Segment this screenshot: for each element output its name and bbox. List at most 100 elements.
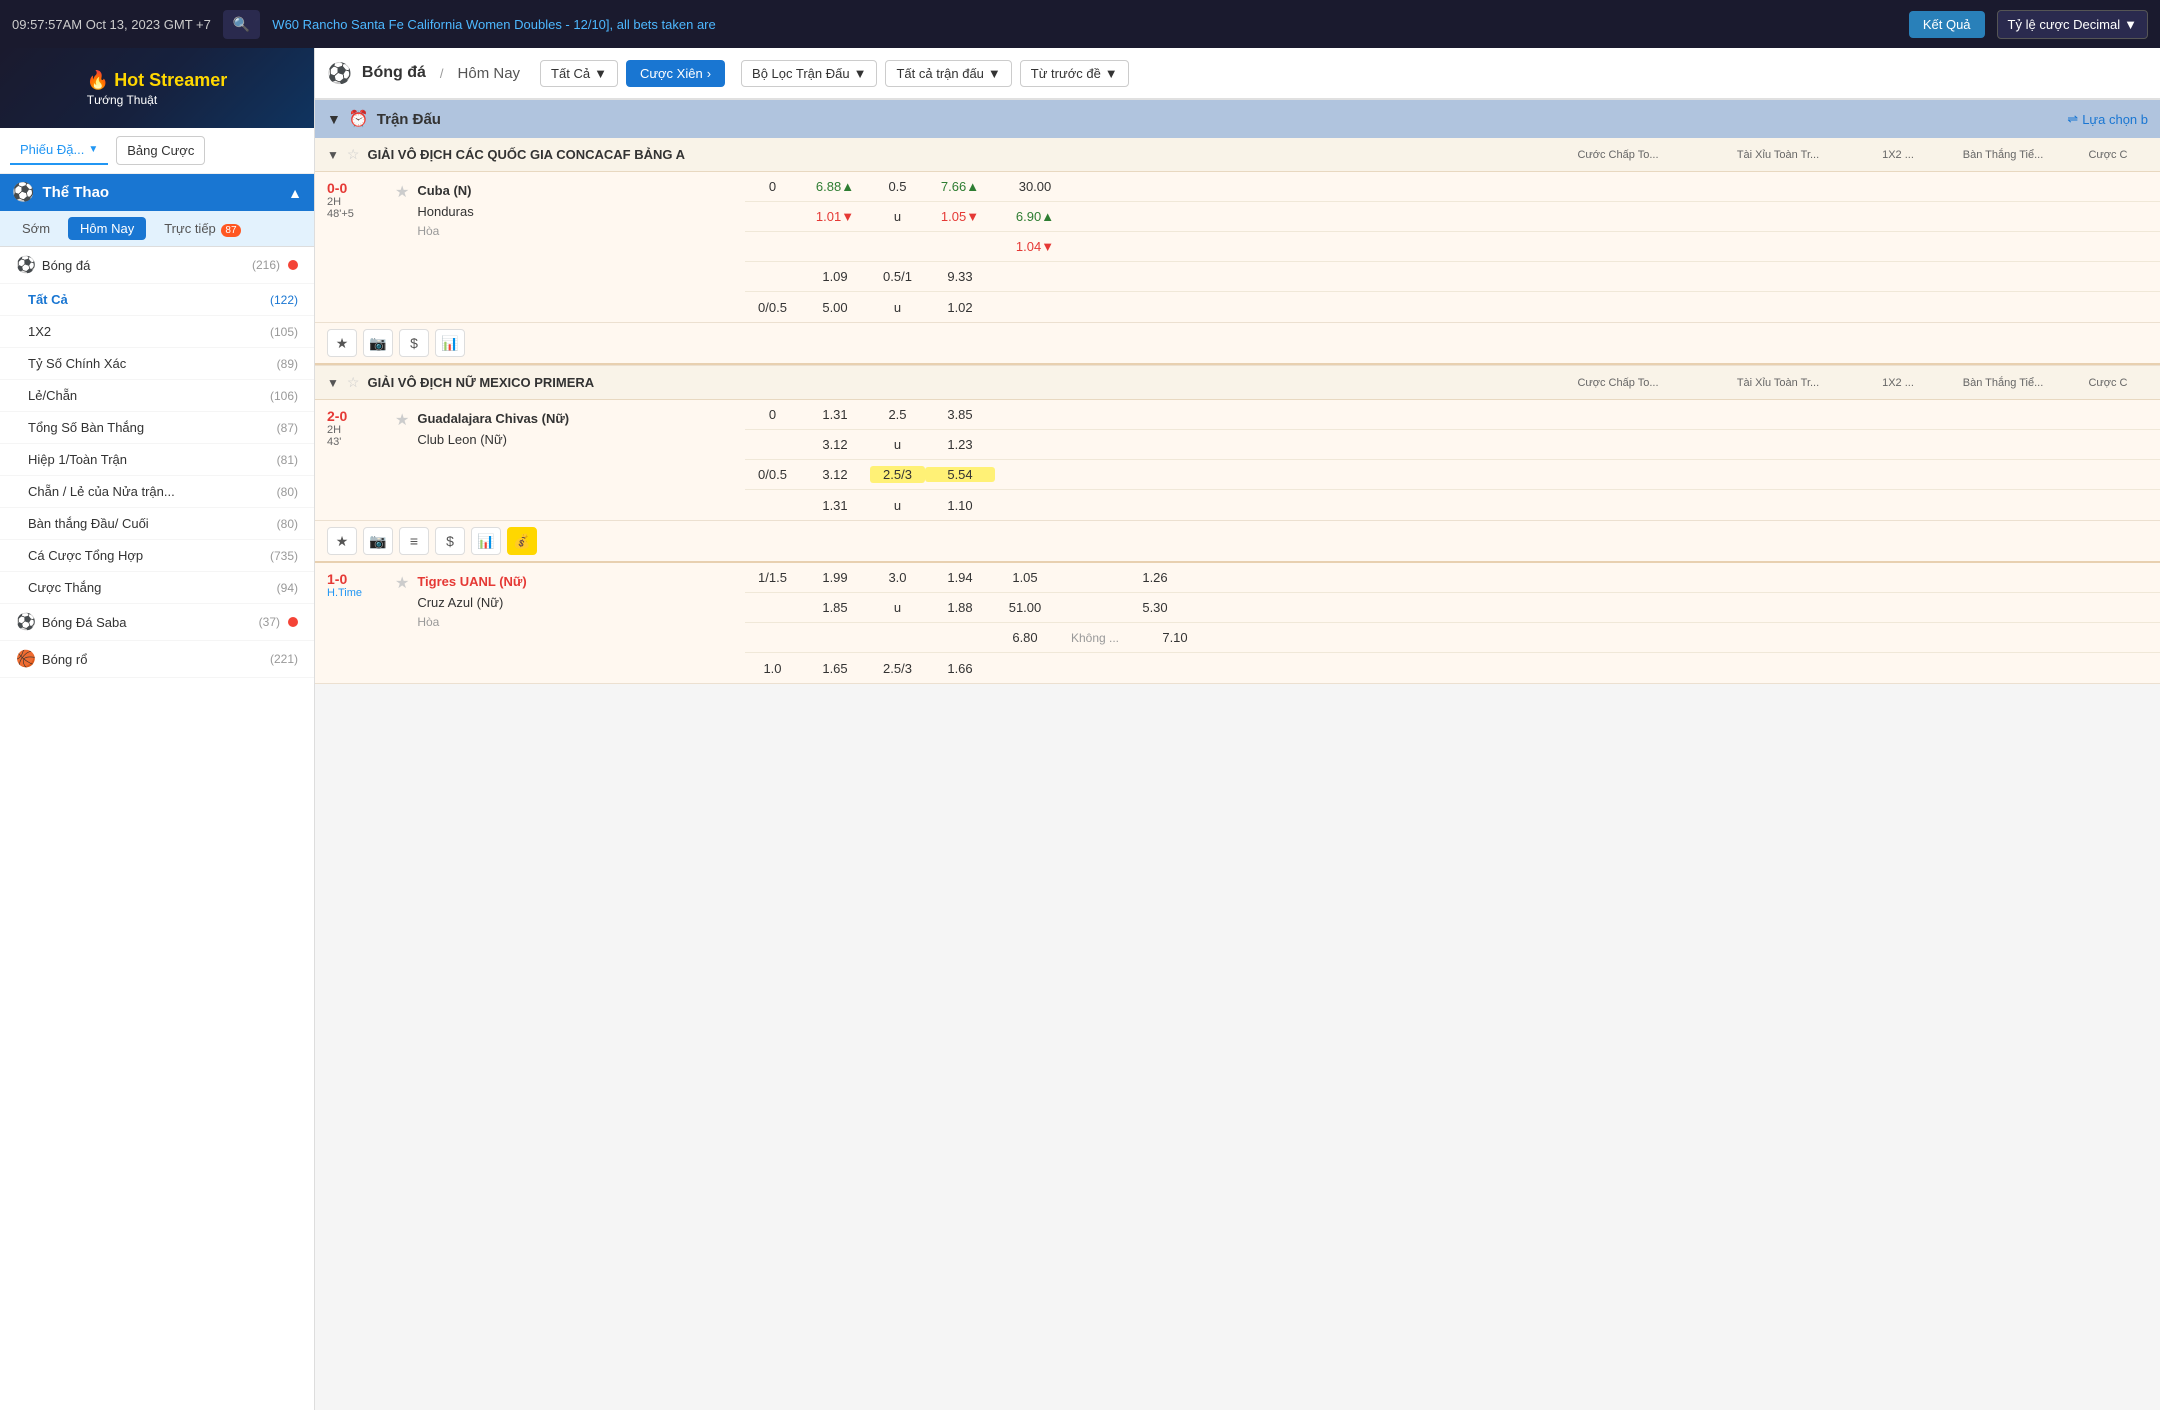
chevron-down-icon: ▼ — [854, 66, 867, 81]
draw-tigres-label: Hòa — [417, 613, 526, 631]
star-action-btn[interactable]: ★ — [327, 527, 357, 555]
tu-truoc-dropdown[interactable]: Từ trước đề ▼ — [1020, 60, 1129, 87]
banner-title: 🔥 Hot Streamer — [87, 69, 227, 92]
league-block-mexico: ▼ ☆ GIẢI VÔ ĐỊCH NỮ MEXICO PRIMERA Cược … — [315, 366, 2160, 684]
dollar-btn[interactable]: $ — [435, 527, 465, 555]
sport-title: Bóng đá — [362, 64, 426, 82]
top-bar-time: 09:57:57AM Oct 13, 2023 GMT +7 — [12, 17, 211, 32]
bo-loc-dropdown[interactable]: Bộ Lọc Trận Đấu ▼ — [741, 60, 877, 87]
match-star-tigres-icon[interactable]: ★ — [395, 573, 409, 593]
clock-icon: ⏰ — [349, 109, 369, 129]
top-bar-ticker: W60 Rancho Santa Fe California Women Dou… — [272, 17, 1897, 32]
sidebar-banner: 🔥 Hot Streamer Tướng Thuật — [0, 48, 314, 128]
match-score: 0-0 — [327, 180, 387, 196]
star-action-button[interactable]: ★ — [327, 329, 357, 357]
chevron-down-icon: ▼ — [1105, 66, 1118, 81]
search-button[interactable]: 🔍 — [223, 10, 260, 39]
team-tigres-home: Tigres UANL (Nữ) — [417, 571, 526, 592]
tran-dau-label: Trận Đấu — [377, 111, 441, 128]
cuoc-xien-button[interactable]: Cược Xiên › — [626, 60, 725, 87]
som-tab[interactable]: Sớm — [10, 217, 62, 240]
gold-coin-btn[interactable]: 💰 — [507, 527, 537, 555]
sport-icon: ⚽ — [327, 61, 352, 86]
tat-ca-dropdown[interactable]: Tất Cả ▼ — [540, 60, 618, 87]
team-guadalajara-away: Club Leon (Nữ) — [417, 429, 569, 450]
league-collapse-button[interactable]: ▼ — [327, 148, 339, 162]
odds-val[interactable]: 6.88▲ — [800, 179, 870, 194]
bang-cuoc-tab[interactable]: Bảng Cược — [116, 136, 205, 165]
match-score-guadalajara: 2-0 — [327, 408, 387, 424]
chevron-down-icon: ▼ — [2124, 17, 2137, 32]
sidebar-item-bong-ro[interactable]: 🏀 Bóng rổ (221) — [0, 641, 314, 678]
collapse-icon: ▲ — [288, 185, 302, 201]
sidebar-item-saba[interactable]: ⚽ Bóng Đá Saba (37) — [0, 604, 314, 641]
the-thao-section[interactable]: ⚽ Thể Thao ▲ — [0, 174, 314, 211]
sidebar: 🔥 Hot Streamer Tướng Thuật Phiếu Đặ... ▼… — [0, 48, 315, 1410]
sidebar-main-tabs: Phiếu Đặ... ▼ Bảng Cược — [0, 128, 314, 174]
live-dot-saba — [288, 617, 298, 627]
chart-btn[interactable]: 📊 — [471, 527, 501, 555]
team-tigres-away: Cruz Azul (Nữ) — [417, 592, 526, 613]
arrow-right-icon: › — [707, 66, 711, 81]
sidebar-item-ca-cuoc[interactable]: Cá Cược Tổng Hợp (735) — [0, 540, 314, 572]
main-content: ⚽ Bóng đá / Hôm Nay Tất Cả ▼ Cược Xiên ›… — [315, 48, 2160, 1410]
league-header-mexico: ▼ ☆ GIẢI VÔ ĐỊCH NỮ MEXICO PRIMERA Cược … — [315, 366, 2160, 400]
sidebar-item-1x2[interactable]: 1X2 (105) — [0, 316, 314, 348]
sidebar-item-le-chan[interactable]: Lẻ/Chẵn (106) — [0, 380, 314, 412]
odds-tigres: 1/1.5 1.99 3.0 1.94 1.05 1.26 1.85 u — [745, 563, 2160, 683]
chart-action-button[interactable]: 📊 — [435, 329, 465, 357]
sidebar-subtabs: Sớm Hôm Nay Trực tiếp 87 — [0, 211, 314, 247]
sidebar-item-tat-ca[interactable]: Tất Cả (122) — [0, 284, 314, 316]
ty-le-dropdown[interactable]: Tỷ lệ cược Decimal ▼ — [1997, 10, 2148, 39]
htime-label: H.Time — [327, 587, 387, 599]
banner-subtitle: Tướng Thuật — [87, 93, 227, 107]
match-row-guadalajara: 2-0 2H 43' ★ Guadalajara Chivas (Nữ) Clu… — [315, 400, 2160, 563]
odds-area: 0 6.88▲ 0.5 7.66▲ 30.00 1.01▼ u 1 — [745, 172, 2160, 322]
match-row-cuba: 0-0 2H 48'+5 ★ Cuba (N) Honduras Hòa — [315, 172, 2160, 365]
league-name: GIẢI VÔ ĐỊCH CÁC QUỐC GIA CONCACAF BẢNG … — [367, 147, 1530, 162]
sport-subtitle: Hôm Nay — [458, 65, 521, 82]
camera-btn[interactable]: 📷 — [363, 527, 393, 555]
phieu-dat-tab[interactable]: Phiếu Đặ... ▼ — [10, 136, 108, 165]
chevron-down-icon: ▼ — [988, 66, 1001, 81]
sidebar-sports-list: ⚽ Bóng đá (216) Tất Cả (122) 1X2 (105) T… — [0, 247, 314, 678]
odds-guadalajara: 0 1.31 2.5 3.85 3.12 u 1.23 — [745, 400, 2160, 520]
tat-ca-tran-dropdown[interactable]: Tất cả trận đấu ▼ — [885, 60, 1011, 87]
tran-dau-bar: ▼ ⏰ Trận Đấu ⇌ Lựa chọn b — [315, 100, 2160, 138]
sidebar-item-hiep1[interactable]: Hiệp 1/Toàn Trận (81) — [0, 444, 314, 476]
chevron-down-icon: ▼ — [594, 66, 607, 81]
live-dot — [288, 260, 298, 270]
sidebar-item-ban-thang-dau-cuoi[interactable]: Bàn thắng Đầu/ Cuối (80) — [0, 508, 314, 540]
lua-chon-button[interactable]: ⇌ Lựa chọn b — [2067, 111, 2148, 127]
match-star-icon[interactable]: ★ — [395, 182, 409, 202]
odds-handicap: 0 — [745, 179, 800, 194]
match-actions-cuba: ★ 📷 $ 📊 — [315, 322, 2160, 363]
draw-label: Hòa — [417, 222, 473, 240]
main-layout: 🔥 Hot Streamer Tướng Thuật Phiếu Đặ... ▼… — [0, 48, 2160, 1410]
soccer-icon: ⚽ — [16, 255, 36, 275]
sidebar-item-cuoc-thang[interactable]: Cược Thắng (94) — [0, 572, 314, 604]
league-star-icon[interactable]: ☆ — [347, 374, 360, 391]
camera-action-button[interactable]: 📷 — [363, 329, 393, 357]
hom-nay-tab[interactable]: Hôm Nay — [68, 217, 146, 240]
team-home: Cuba (N) — [417, 180, 473, 201]
sidebar-item-bong-da[interactable]: ⚽ Bóng đá (216) — [0, 247, 314, 284]
ket-qua-button[interactable]: Kết Quả — [1909, 11, 1985, 38]
truc-tiep-tab[interactable]: Trực tiếp 87 — [152, 217, 252, 240]
sidebar-item-chan-le-nua[interactable]: Chẵn / Lẻ của Nửa trận... (80) — [0, 476, 314, 508]
tran-dau-collapse-button[interactable]: ▼ — [327, 111, 341, 127]
truc-tiep-badge: 87 — [221, 224, 240, 237]
match-star-guadalajara-icon[interactable]: ★ — [395, 410, 409, 430]
league-collapse-btn[interactable]: ▼ — [327, 376, 339, 390]
league-header-concacaf: ▼ ☆ GIẢI VÔ ĐỊCH CÁC QUỐC GIA CONCACAF B… — [315, 138, 2160, 172]
sidebar-item-tong-so[interactable]: Tổng Số Bàn Thắng (87) — [0, 412, 314, 444]
saba-icon: ⚽ — [16, 612, 36, 632]
sidebar-item-ty-so[interactable]: Tỷ Số Chính Xác (89) — [0, 348, 314, 380]
league-star-icon[interactable]: ☆ — [347, 146, 360, 163]
list-btn[interactable]: ≡ — [399, 527, 429, 555]
top-bar: 09:57:57AM Oct 13, 2023 GMT +7 🔍 W60 Ran… — [0, 0, 2160, 48]
dollar-action-button[interactable]: $ — [399, 329, 429, 357]
match-score-tigres: 1-0 — [327, 571, 387, 587]
team-guadalajara-home: Guadalajara Chivas (Nữ) — [417, 408, 569, 429]
league-name-mexico: GIẢI VÔ ĐỊCH NỮ MEXICO PRIMERA — [367, 375, 1530, 390]
